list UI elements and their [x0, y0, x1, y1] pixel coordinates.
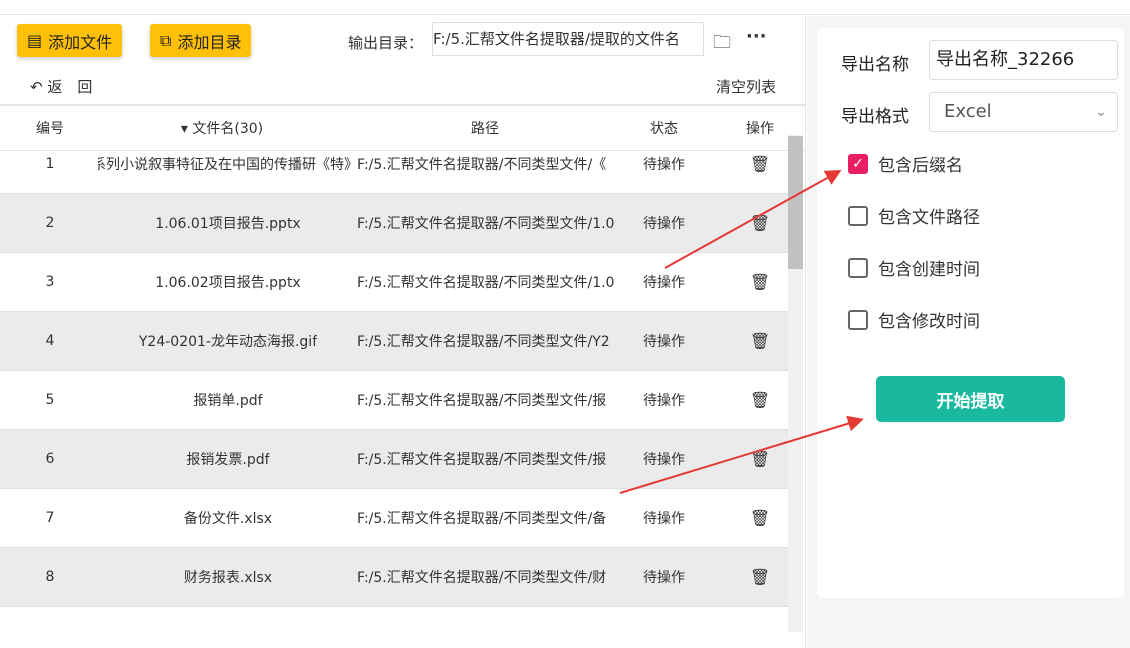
- row-filename: Y24-0201-龙年动态海报.gif: [138, 334, 318, 350]
- title-bar: [0, 0, 1130, 15]
- output-dir-label: 输出目录：: [348, 34, 424, 52]
- row-index: 2: [45, 215, 55, 231]
- scrollbar[interactable]: [788, 135, 803, 632]
- row-index: 6: [45, 451, 55, 467]
- row-index: 5: [45, 392, 55, 408]
- table-row[interactable]: 8 财务报表.xlsx F:/5.汇帮文件名提取器/不同类型文件/财 待操作 🗑: [0, 548, 788, 607]
- back-button[interactable]: ↶ 返 回: [30, 76, 92, 97]
- trash-icon[interactable]: 🗑: [750, 155, 770, 174]
- export-name-label: 导出名称: [841, 55, 909, 75]
- row-status: 待操作: [643, 393, 685, 409]
- table-row[interactable]: 1 《特》系列小说叙事特征及在中国的传播研 F:/5.汇帮文件名提取器/不同类型…: [0, 135, 788, 194]
- settings-panel: 导出名称 导出名称_32266 导出格式 Excel ⌄ ✓ 包含后缀名 包含文件路径…: [807, 16, 1130, 648]
- row-path: F:/5.汇帮文件名提取器/不同类型文件/Y2: [357, 334, 610, 350]
- table-body: 1 《特》系列小说叙事特征及在中国的传播研 F:/5.汇帮文件名提取器/不同类型…: [0, 135, 788, 632]
- start-extract-button[interactable]: 开始提取: [876, 376, 1065, 422]
- row-status: 待操作: [643, 157, 685, 173]
- trash-icon[interactable]: 🗑: [750, 391, 770, 410]
- table-row[interactable]: 7 备份文件.xlsx F:/5.汇帮文件名提取器/不同类型文件/备 待操作 🗑: [0, 489, 788, 548]
- row-status: 待操作: [643, 334, 685, 350]
- row-filename: 报销发票.pdf: [186, 452, 270, 468]
- add-directory-button[interactable]: ⧉ 添加目录: [150, 24, 252, 57]
- trash-icon[interactable]: 🗑: [750, 568, 770, 587]
- option-checkbox[interactable]: 包含文件路径: [848, 203, 980, 228]
- row-path: F:/5.汇帮文件名提取器/不同类型文件/报: [357, 393, 607, 409]
- folder-add-icon: ⧉: [160, 30, 172, 50]
- checkbox-icon[interactable]: [848, 309, 868, 330]
- trash-icon[interactable]: 🗑: [750, 332, 770, 351]
- row-path: F:/5.汇帮文件名提取器/不同类型文件/《: [357, 157, 607, 173]
- row-index: 4: [45, 333, 55, 349]
- option-checkbox[interactable]: 包含修改时间: [848, 307, 980, 332]
- row-filename: 备份文件.xlsx: [183, 511, 273, 527]
- checkbox-icon[interactable]: [848, 205, 868, 226]
- table-row[interactable]: 4 Y24-0201-龙年动态海报.gif F:/5.汇帮文件名提取器/不同类型…: [0, 312, 788, 371]
- option-checkbox[interactable]: 包含创建时间: [848, 255, 980, 280]
- table-row[interactable]: 2 1.06.01项目报告.pptx F:/5.汇帮文件名提取器/不同类型文件/…: [0, 194, 788, 253]
- row-status: 待操作: [643, 511, 685, 527]
- checkbox-icon[interactable]: ✓: [848, 153, 868, 174]
- row-index: 7: [45, 510, 55, 526]
- table-row[interactable]: 6 报销发票.pdf F:/5.汇帮文件名提取器/不同类型文件/报 待操作 🗑: [0, 430, 788, 489]
- row-status: 待操作: [643, 452, 685, 468]
- option-checkbox[interactable]: ✓ 包含后缀名: [848, 151, 963, 176]
- trash-icon[interactable]: 🗑: [750, 509, 770, 528]
- row-index: 1: [45, 156, 55, 172]
- settings-card: 导出名称 导出名称_32266 导出格式 Excel ⌄ ✓ 包含后缀名 包含文件路径…: [817, 28, 1124, 598]
- row-path: F:/5.汇帮文件名提取器/不同类型文件/报: [357, 452, 607, 468]
- undo-icon: ↶: [30, 78, 48, 96]
- row-filename: 1.06.02项目报告.pptx: [155, 275, 301, 291]
- row-filename: 1.06.01项目报告.pptx: [155, 216, 301, 232]
- export-format-select[interactable]: Excel ⌄: [929, 92, 1118, 132]
- row-index: 3: [45, 274, 55, 290]
- row-status: 待操作: [643, 275, 685, 291]
- row-filename: 报销单.pdf: [193, 393, 263, 409]
- export-format-label: 导出格式: [841, 107, 909, 127]
- row-path: F:/5.汇帮文件名提取器/不同类型文件/备: [357, 511, 607, 527]
- chevron-down-icon: ⌄: [1095, 104, 1107, 120]
- file-add-icon: ▤: [27, 31, 43, 50]
- clear-list-button[interactable]: 清空列表: [716, 76, 776, 97]
- trash-icon[interactable]: 🗑: [750, 273, 770, 292]
- output-dir-input[interactable]: F:/5.汇帮文件名提取器/提取的文件名: [432, 22, 704, 56]
- row-status: 待操作: [643, 216, 685, 232]
- row-status: 待操作: [643, 570, 685, 586]
- trash-icon[interactable]: 🗑: [750, 214, 770, 233]
- row-filename: 《特》系列小说叙事特征及在中国的传播研: [98, 157, 358, 173]
- export-name-input[interactable]: 导出名称_32266: [929, 40, 1118, 80]
- more-icon[interactable]: ···: [746, 26, 767, 47]
- trash-icon[interactable]: 🗑: [750, 450, 770, 469]
- checkbox-icon[interactable]: [848, 257, 868, 278]
- add-file-button[interactable]: ▤ 添加文件: [17, 24, 123, 57]
- scrollbar-thumb[interactable]: [788, 136, 803, 269]
- row-path: F:/5.汇帮文件名提取器/不同类型文件/1.0: [357, 216, 615, 232]
- folder-open-icon[interactable]: 🗀: [713, 30, 731, 60]
- row-filename: 财务报表.xlsx: [183, 570, 273, 586]
- row-path: F:/5.汇帮文件名提取器/不同类型文件/1.0: [357, 275, 615, 291]
- table-row[interactable]: 3 1.06.02项目报告.pptx F:/5.汇帮文件名提取器/不同类型文件/…: [0, 253, 788, 312]
- row-path: F:/5.汇帮文件名提取器/不同类型文件/财: [357, 570, 607, 586]
- row-index: 8: [45, 569, 55, 585]
- table-row[interactable]: 5 报销单.pdf F:/5.汇帮文件名提取器/不同类型文件/报 待操作 🗑: [0, 371, 788, 430]
